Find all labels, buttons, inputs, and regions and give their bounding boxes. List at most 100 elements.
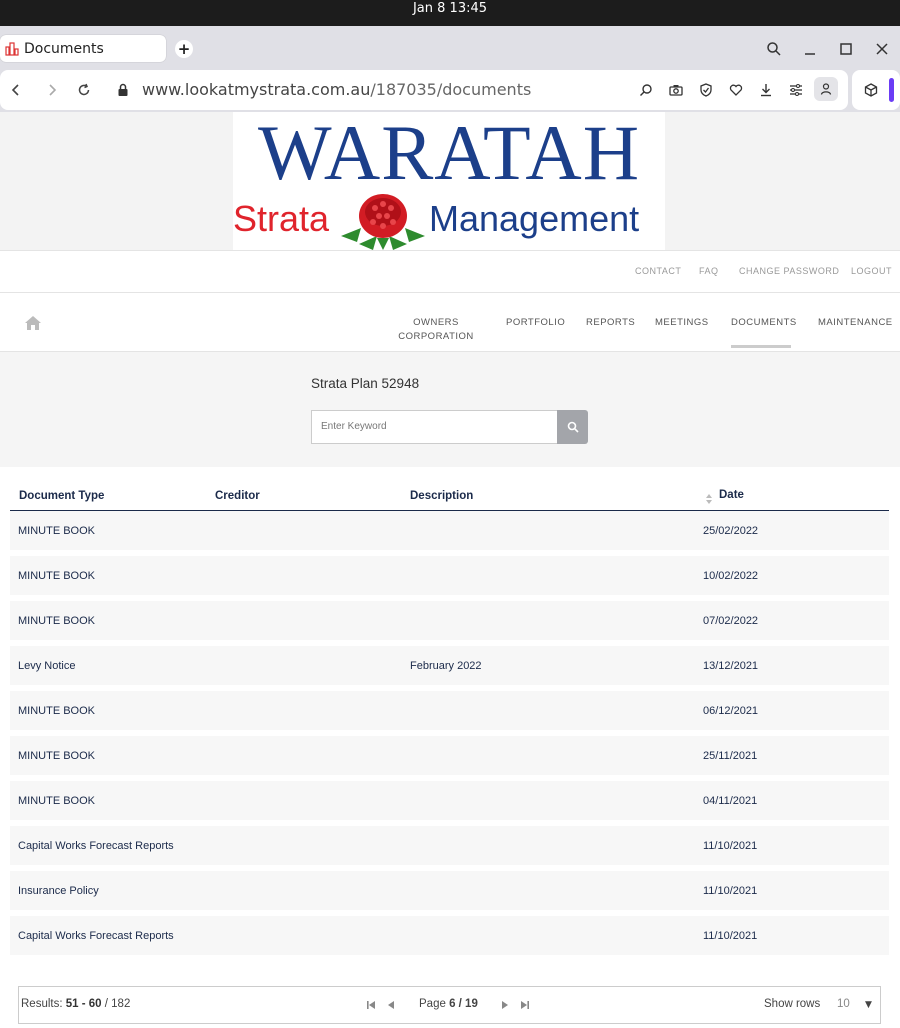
nav-owners-line2: CORPORATION bbox=[398, 331, 474, 342]
new-tab-button[interactable]: + bbox=[175, 40, 193, 58]
rows-per-page-select[interactable]: 10 bbox=[837, 998, 850, 1010]
table-row[interactable]: MINUTE BOOK 06/12/2021 bbox=[10, 691, 889, 730]
keyword-search-input[interactable]: Enter Keyword bbox=[311, 410, 558, 444]
faq-link[interactable]: FAQ bbox=[699, 266, 719, 276]
browser-tab-documents[interactable]: Documents bbox=[0, 35, 166, 62]
col-date[interactable]: Date bbox=[719, 489, 744, 501]
cell-date: 10/02/2022 bbox=[703, 570, 759, 582]
results-label: Results: bbox=[21, 998, 63, 1010]
nav-reports[interactable]: REPORTS bbox=[586, 316, 635, 330]
back-icon[interactable] bbox=[6, 80, 26, 100]
previous-page-icon[interactable] bbox=[385, 999, 397, 1011]
table-row[interactable]: Levy Notice February 2022 13/12/2021 bbox=[10, 646, 889, 685]
maximize-window-icon[interactable] bbox=[837, 40, 855, 58]
logo-strata: Strata bbox=[233, 198, 330, 239]
nav-maintenance[interactable]: MAINTENANCE bbox=[818, 316, 893, 330]
results-total: / 182 bbox=[104, 998, 131, 1010]
url-text[interactable]: www.lookatmystrata.com.au/187035/documen… bbox=[142, 80, 531, 99]
change-password-link[interactable]: CHANGE PASSWORD bbox=[739, 266, 839, 276]
table-row[interactable]: MINUTE BOOK 04/11/2021 bbox=[10, 781, 889, 820]
logout-link[interactable]: LOGOUT bbox=[851, 266, 892, 276]
contact-link[interactable]: CONTACT bbox=[635, 266, 681, 276]
cell-type: MINUTE BOOK bbox=[18, 570, 96, 582]
table-header: Document Type Creditor Description Date bbox=[10, 484, 889, 511]
system-clock[interactable]: Jan 8 13:45 bbox=[413, 1, 487, 16]
pagination-bar: Results: 51 - 60 / 182 Page 6 / 19 Show … bbox=[18, 986, 881, 1024]
col-description[interactable]: Description bbox=[410, 490, 473, 502]
cell-date: 25/11/2021 bbox=[703, 750, 758, 762]
search-button[interactable] bbox=[557, 410, 588, 444]
close-window-icon[interactable] bbox=[873, 40, 891, 58]
cell-type: MINUTE BOOK bbox=[18, 525, 96, 537]
first-page-icon[interactable] bbox=[365, 999, 377, 1011]
profile-icon[interactable] bbox=[814, 77, 838, 101]
nav-owners-line1: OWNERS bbox=[413, 317, 459, 328]
cell-type: MINUTE BOOK bbox=[18, 705, 96, 717]
nav-documents[interactable]: DOCUMENTS bbox=[731, 316, 797, 330]
documents-table: Document Type Creditor Description Date … bbox=[10, 484, 889, 955]
cell-type: MINUTE BOOK bbox=[18, 795, 96, 807]
table-row[interactable]: Capital Works Forecast Reports 11/10/2021 bbox=[10, 916, 889, 955]
logo-title: WARATAH bbox=[257, 109, 641, 196]
next-page-icon[interactable] bbox=[499, 999, 511, 1011]
nav-owners-corporation[interactable]: OWNERS CORPORATION bbox=[396, 316, 476, 344]
cell-type: Insurance Policy bbox=[18, 885, 99, 897]
cell-date: 11/10/2021 bbox=[703, 840, 758, 852]
reload-icon[interactable] bbox=[74, 80, 94, 100]
strata-plan-title: Strata Plan 52948 bbox=[311, 376, 420, 391]
sidebar-indicator[interactable] bbox=[889, 78, 894, 102]
cell-type: Levy Notice bbox=[18, 660, 76, 672]
settings-sliders-icon[interactable] bbox=[786, 80, 806, 100]
forward-icon[interactable] bbox=[42, 80, 62, 100]
search-tabs-icon[interactable] bbox=[765, 40, 783, 58]
extensions-panel bbox=[852, 70, 900, 110]
table-row[interactable]: MINUTE BOOK 25/02/2022 bbox=[10, 511, 889, 550]
extension-cube-icon[interactable] bbox=[862, 81, 880, 99]
heart-icon[interactable] bbox=[726, 80, 746, 100]
search-icon bbox=[567, 421, 579, 433]
page-indicator: Page 6 / 19 bbox=[419, 998, 478, 1010]
cell-date: 11/10/2021 bbox=[703, 930, 758, 942]
logo-management: Management bbox=[429, 198, 640, 239]
shield-icon[interactable] bbox=[696, 80, 716, 100]
table-row[interactable]: MINUTE BOOK 10/02/2022 bbox=[10, 556, 889, 595]
table-body: MINUTE BOOK 25/02/2022 MINUTE BOOK 10/02/2… bbox=[10, 511, 889, 955]
waratah-logo[interactable]: WARATAH Strata Management bbox=[233, 109, 665, 250]
main-navigation: OWNERS CORPORATION PORTFOLIO REPORTS MEE… bbox=[0, 293, 900, 352]
results-summary: Results: 51 - 60 / 182 bbox=[21, 998, 130, 1010]
cell-type: Capital Works Forecast Reports bbox=[18, 930, 174, 942]
lock-icon[interactable] bbox=[113, 80, 133, 100]
camera-icon[interactable] bbox=[666, 80, 686, 100]
nav-meetings[interactable]: MEETINGS bbox=[655, 316, 709, 330]
page-label: Page bbox=[419, 998, 446, 1010]
nav-portfolio[interactable]: PORTFOLIO bbox=[506, 316, 565, 330]
utility-links: CONTACT FAQ CHANGE PASSWORD LOGOUT bbox=[0, 250, 900, 293]
zoom-search-icon[interactable] bbox=[636, 80, 656, 100]
cell-date: 25/02/2022 bbox=[703, 525, 759, 537]
table-row[interactable]: MINUTE BOOK 07/02/2022 bbox=[10, 601, 889, 640]
nav-active-indicator bbox=[731, 345, 791, 348]
table-row[interactable]: MINUTE BOOK 25/11/2021 bbox=[10, 736, 889, 775]
web-page: WARATAH Strata Management CONTACT FAQ CH… bbox=[0, 109, 900, 1028]
cell-type: MINUTE BOOK bbox=[18, 750, 96, 762]
table-row[interactable]: Insurance Policy 11/10/2021 bbox=[10, 871, 889, 910]
browser-toolbar: www.lookatmystrata.com.au/187035/documen… bbox=[0, 70, 900, 112]
col-document-type[interactable]: Document Type bbox=[19, 490, 104, 502]
minimize-window-icon[interactable] bbox=[801, 40, 819, 58]
chevron-down-icon[interactable]: ▼ bbox=[865, 1000, 872, 1010]
cell-date: 13/12/2021 bbox=[703, 660, 759, 672]
cell-type: MINUTE BOOK bbox=[18, 615, 96, 627]
home-icon[interactable] bbox=[24, 315, 42, 331]
show-rows-label: Show rows bbox=[764, 998, 821, 1010]
url-host: www.lookatmystrata.com.au bbox=[142, 80, 371, 99]
download-icon[interactable] bbox=[756, 80, 776, 100]
header-banner: WARATAH Strata Management bbox=[0, 109, 900, 250]
address-bar[interactable]: www.lookatmystrata.com.au/187035/documen… bbox=[0, 70, 848, 110]
col-creditor[interactable]: Creditor bbox=[215, 490, 260, 502]
table-row[interactable]: Capital Works Forecast Reports 11/10/2021 bbox=[10, 826, 889, 865]
last-page-icon[interactable] bbox=[519, 999, 531, 1011]
sort-icon[interactable] bbox=[706, 494, 712, 504]
cell-description: February 2022 bbox=[410, 660, 482, 672]
cell-type: Capital Works Forecast Reports bbox=[18, 840, 174, 852]
cell-date: 06/12/2021 bbox=[703, 705, 759, 717]
